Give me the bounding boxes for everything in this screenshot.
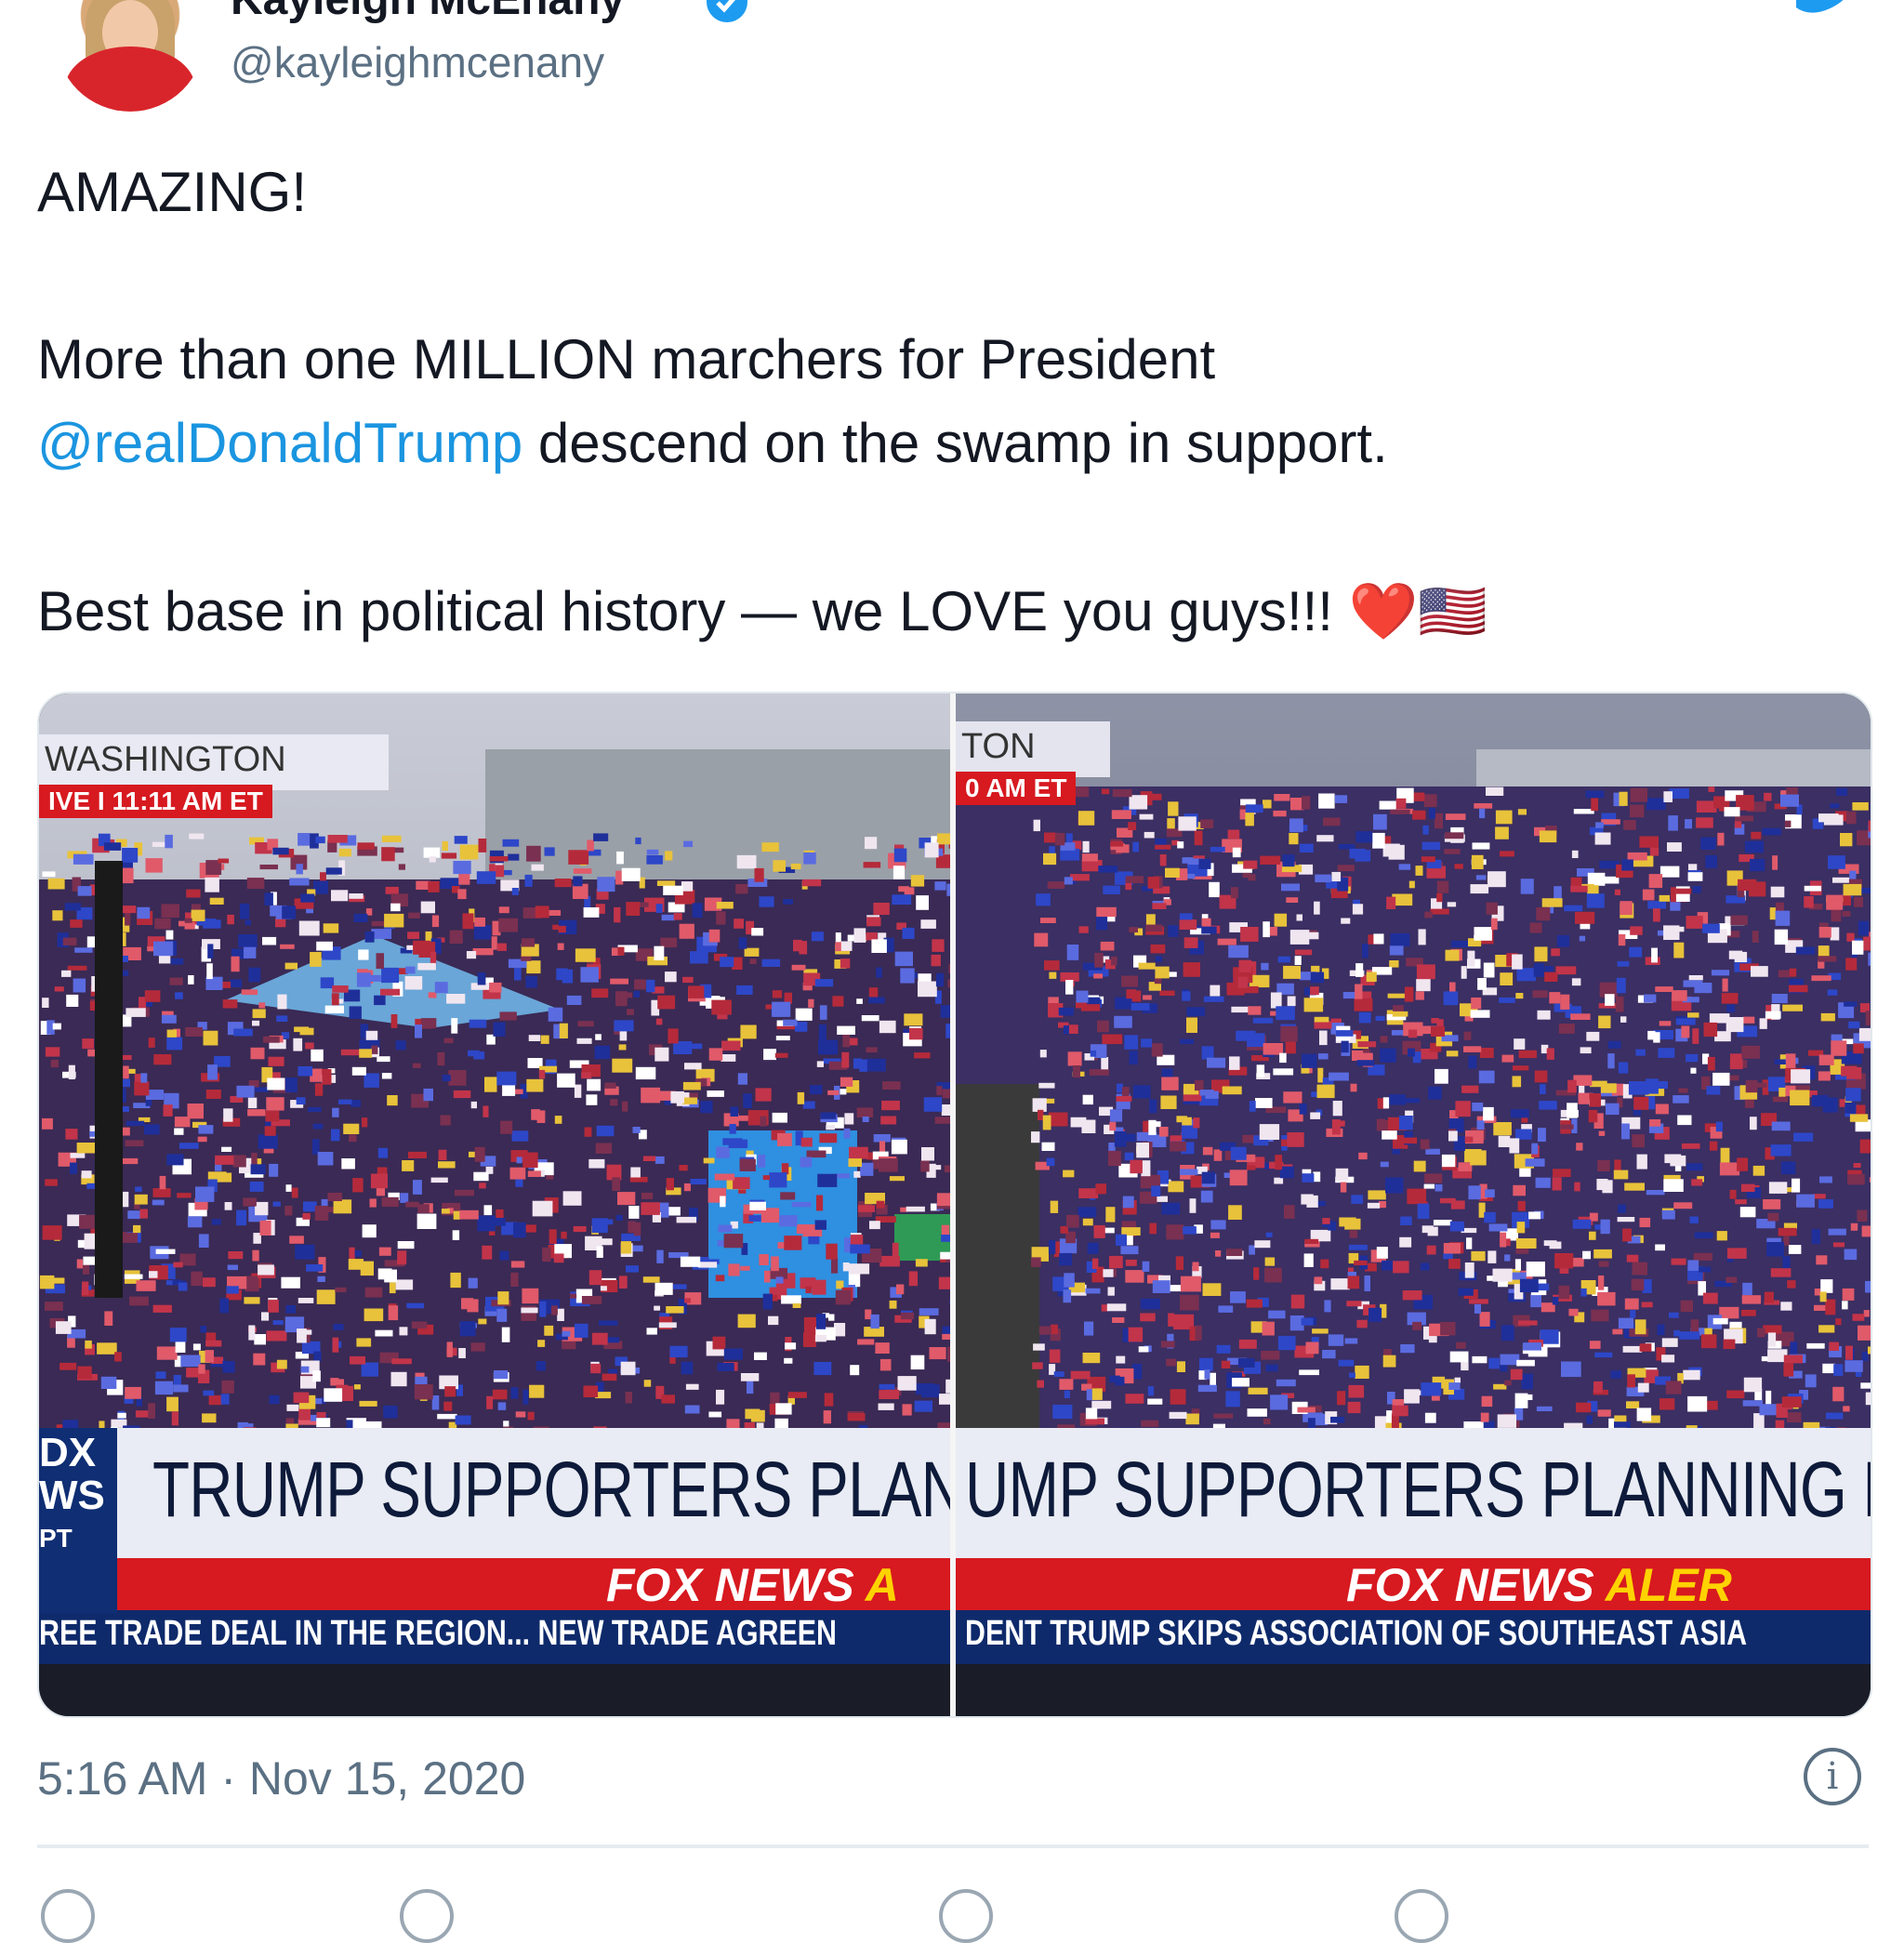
headline-left: TRUMP SUPPORTERS PLANNINC	[152, 1445, 950, 1535]
avatar[interactable]	[56, 0, 205, 112]
handle[interactable]: @kayleighmcenany	[231, 37, 604, 87]
fox-alert-left: FOX NEWS A	[606, 1558, 899, 1612]
fox-alert-right: FOX NEWS ALER	[1346, 1558, 1732, 1612]
media-image-right[interactable]: TON 0 AM ET UMP SUPPORTERS PLANNING DC M…	[956, 694, 1871, 1716]
fox-logo-line1: DX	[39, 1432, 117, 1474]
verified-badge-icon	[707, 0, 747, 22]
info-icon[interactable]: i	[1804, 1748, 1861, 1805]
ticker-left: REE TRADE DEAL IN THE REGION... NEW TRAD…	[39, 1614, 837, 1654]
chyron-left: TRUMP SUPPORTERS PLANNINC FOX NEWS A REE…	[39, 1428, 950, 1716]
tweet-text-line4: Best base in political history — we LOVE…	[37, 578, 1488, 644]
tweet-text-line4-text: Best base in political history — we LOVE…	[37, 580, 1333, 642]
ticker-right: DENT TRUMP SKIPS ASSOCIATION OF SOUTHEAS…	[965, 1614, 1747, 1654]
tweet-timestamp[interactable]: 5:16 AM · Nov 15, 2020	[37, 1751, 525, 1805]
twitter-bird-icon[interactable]	[1794, 0, 1859, 15]
fox-alert-left-text: FOX NEWS	[606, 1559, 866, 1611]
divider	[37, 1844, 1869, 1848]
tweet-text-line2: More than one MILLION marchers for Presi…	[37, 327, 1215, 391]
tweet-text-line3-rest: descend on the swamp in support.	[522, 412, 1388, 474]
chyron-right: UMP SUPPORTERS PLANNING DC M FOX NEWS AL…	[956, 1428, 1871, 1716]
display-name[interactable]: Kayleigh McEnany	[231, 0, 625, 25]
mention-link[interactable]: @realDonaldTrump	[37, 412, 522, 474]
us-flag-emoji: 🇺🇸	[1418, 580, 1488, 642]
tweet-text-line1: AMAZING!	[37, 160, 307, 224]
media-image-left[interactable]: WASHINGTON IVE I 11:11 AM ET TRUMP SUPPO…	[39, 694, 950, 1716]
fox-alert-left-tail: A	[866, 1559, 899, 1611]
heart-emoji: ❤️	[1349, 578, 1419, 644]
fox-alert-right-text: FOX NEWS	[1346, 1559, 1606, 1611]
fox-alert-right-tail: ALER	[1606, 1559, 1732, 1611]
live-time-right: 0 AM ET	[956, 772, 1076, 805]
fox-logo-line2: WS	[39, 1474, 117, 1517]
fox-logo-line3: PT	[39, 1517, 117, 1560]
location-label-right: TON	[956, 721, 1110, 777]
location-label-left: WASHINGTON	[39, 734, 389, 790]
retweet-icon[interactable]	[939, 1889, 993, 1943]
reply-icon[interactable]	[400, 1889, 454, 1943]
fox-news-logo: DX WS PT	[39, 1428, 117, 1614]
share-icon[interactable]	[1395, 1889, 1448, 1943]
live-time-left: IVE I 11:11 AM ET	[39, 785, 272, 818]
like-icon[interactable]	[41, 1889, 95, 1943]
tweet-text-line3: @realDonaldTrump descend on the swamp in…	[37, 411, 1388, 475]
tweet-media[interactable]: WASHINGTON IVE I 11:11 AM ET TRUMP SUPPO…	[37, 692, 1872, 1718]
headline-right: UMP SUPPORTERS PLANNING DC M	[965, 1445, 1871, 1535]
